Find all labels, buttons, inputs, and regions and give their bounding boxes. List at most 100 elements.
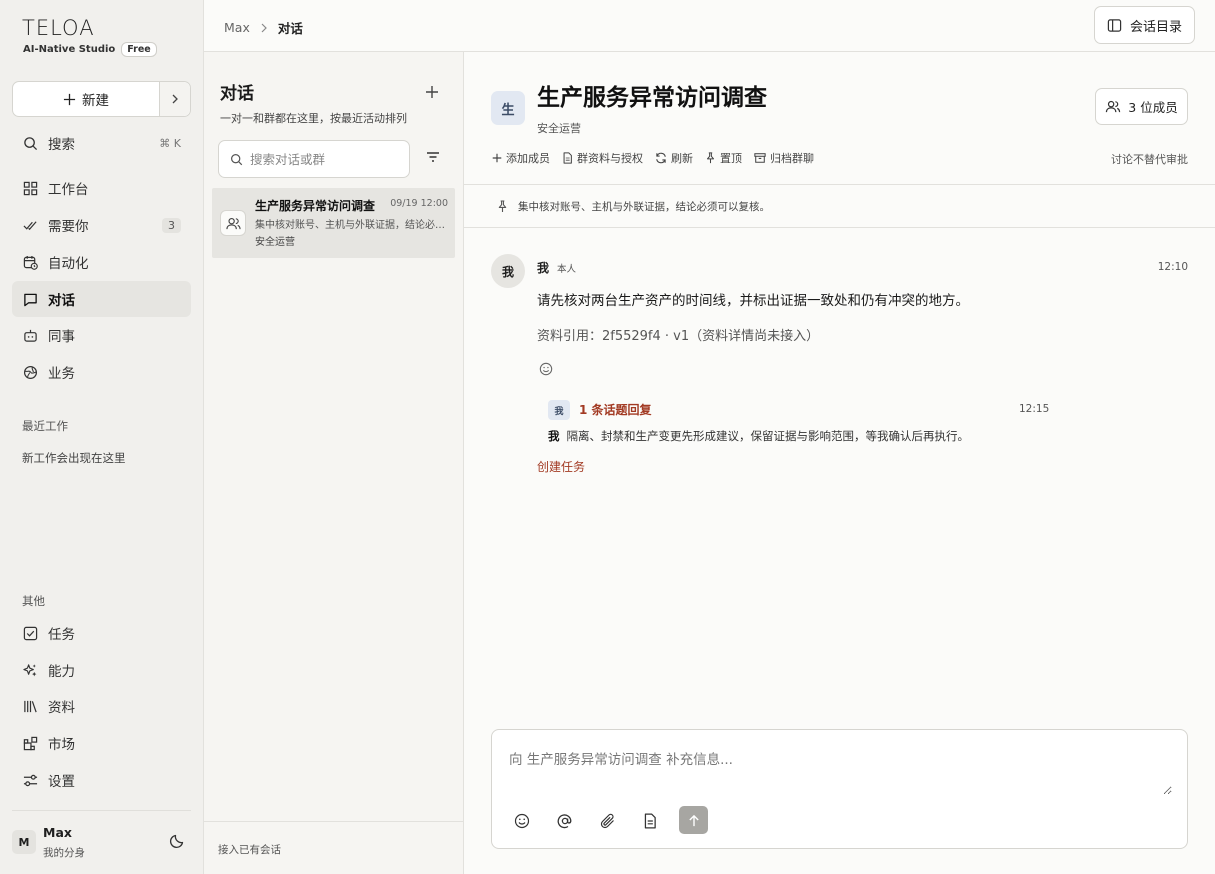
search-icon (23, 136, 38, 151)
conversation-list-item[interactable]: 生产服务异常访问调查 09/19 12:00 集中核对账号、主机与外联证据，结论… (212, 188, 455, 258)
sidebar-item-label: 市场 (48, 737, 75, 753)
user-name: Max (43, 825, 72, 840)
users-icon (1105, 99, 1121, 114)
message-input[interactable] (509, 748, 1172, 795)
pin-icon (497, 199, 508, 213)
document-icon (562, 152, 573, 164)
sidebar-item-settings[interactable]: 设置 (12, 762, 191, 798)
chat-action-bar: 添加成员 群资料与授权 刷新 置顶 归档群聊 (492, 150, 814, 166)
message-text: 请先核对两台生产资产的时间线，并标出证据一致处和仍有冲突的地方。 (537, 293, 969, 309)
sliders-icon (23, 773, 38, 788)
create-task-link[interactable]: 创建任务 (537, 458, 585, 475)
refresh-button[interactable]: 刷新 (655, 150, 693, 166)
sidebar-item-label: 资料 (48, 700, 75, 716)
message-author: 我 本人 (537, 259, 576, 276)
action-label: 刷新 (671, 152, 693, 165)
moon-icon[interactable] (169, 833, 185, 849)
archive-group-button[interactable]: 归档群聊 (754, 150, 814, 166)
sidebar-item-workbench[interactable]: 工作台 (12, 170, 191, 206)
new-expand-button[interactable] (160, 82, 190, 116)
emoji-button[interactable] (514, 807, 557, 835)
double-check-icon (23, 218, 38, 233)
app-logo[interactable]: TELOA (22, 16, 95, 40)
chevron-right-icon (170, 94, 180, 104)
conversation-search[interactable] (218, 140, 410, 178)
directory-button-label: 会话目录 (1129, 19, 1182, 35)
refresh-icon (655, 152, 667, 164)
filter-icon (427, 152, 439, 162)
conversation-list-subtitle: 一对一和群都在这里，按最近活动排列 (220, 112, 407, 125)
smiley-icon (514, 813, 530, 829)
document-icon (644, 813, 656, 829)
thread-replies-link[interactable]: 1 条话题回复 (579, 401, 652, 418)
pin-button[interactable]: 置顶 (705, 150, 742, 166)
user-profile[interactable]: M Max 我的分身 (12, 810, 191, 874)
sidebar-item-tasks[interactable]: 任务 (12, 615, 191, 651)
new-button-group: 新建 (12, 81, 191, 117)
chat-icon (23, 292, 38, 307)
sidebar-item-label: 任务 (48, 627, 75, 643)
sidebar-item-label: 需要你 (48, 219, 89, 235)
sidebar: TELOA AI-Native Studio Free 新建 搜索 ⌘ K 工作… (0, 0, 204, 874)
attach-button[interactable] (600, 807, 643, 835)
thread-time: 12:15 (1019, 403, 1050, 415)
app-tagline: AI-Native Studio Free (23, 42, 157, 57)
blocks-icon (23, 736, 38, 751)
connect-existing-link[interactable]: 接入已有会话 (218, 842, 281, 857)
search-shortcut: ⌘ K (159, 136, 181, 150)
message-author-name: 我 (537, 261, 550, 275)
approval-note: 讨论不替代审批 (1111, 153, 1188, 166)
thread-avatar: 我 (548, 400, 570, 420)
sidebar-item-business[interactable]: 业务 (12, 354, 191, 390)
group-avatar: 生 (491, 91, 525, 125)
conversation-time: 09/19 12:00 (390, 198, 448, 209)
sidebar-item-colleagues[interactable]: 同事 (12, 317, 191, 353)
breadcrumb-item-current: 对话 (277, 21, 303, 36)
sidebar-item-market[interactable]: 市场 (12, 725, 191, 761)
sidebar-item-search[interactable]: 搜索 ⌘ K (12, 125, 191, 161)
breadcrumb-item-root[interactable]: Max (224, 20, 250, 35)
sidebar-item-automation[interactable]: 自动化 (12, 244, 191, 280)
grid-icon (23, 181, 38, 196)
message-composer (491, 729, 1188, 849)
group-info-button[interactable]: 群资料与授权 (562, 150, 643, 166)
other-label: 其他 (22, 594, 45, 608)
conversation-directory-button[interactable]: 会话目录 (1094, 6, 1195, 44)
conversation-list-title: 对话 (220, 84, 254, 104)
message-time: 12:10 (1157, 261, 1188, 273)
conversation-search-input[interactable] (250, 151, 400, 167)
new-button[interactable]: 新建 (13, 82, 160, 116)
tagline-text: AI-Native Studio (23, 44, 116, 55)
sparkles-icon (23, 663, 38, 678)
sidebar-item-label: 自动化 (48, 256, 89, 272)
self-tag: 本人 (557, 264, 577, 275)
chevron-right-icon (260, 23, 268, 33)
thread-reply-author: 我 (548, 429, 560, 443)
smiley-icon (539, 362, 553, 376)
mention-button[interactable] (557, 807, 600, 835)
search-icon (230, 153, 243, 166)
conversation-group: 安全运营 (255, 237, 295, 248)
sidebar-item-conversations[interactable]: 对话 (12, 281, 191, 317)
sidebar-item-label: 业务 (48, 366, 75, 382)
at-sign-icon (557, 814, 572, 829)
add-reaction-button[interactable] (539, 362, 553, 376)
conversation-preview: 集中核对账号、主机与外联证据，结论必须可以复核。 (255, 220, 447, 231)
filter-button[interactable] (426, 151, 440, 163)
thread-reply: 我 隔离、封禁和生产变更先形成建议，保留证据与影响范围，等我确认后再执行。 (548, 428, 969, 444)
bot-icon (23, 328, 38, 343)
chat-main: 生 生产服务异常访问调查 安全运营 3 位成员 添加成员 群资料与授权 刷新 置… (464, 52, 1215, 874)
archive-icon (754, 152, 766, 164)
send-button[interactable] (679, 806, 708, 834)
sidebar-item-needs-you[interactable]: 需要你 3 (12, 207, 191, 243)
add-member-button[interactable]: 添加成员 (492, 150, 550, 166)
checkbox-icon (23, 626, 38, 641)
sidebar-panel-icon (1107, 18, 1122, 33)
recent-work-empty: 新工作会出现在这里 (22, 451, 126, 465)
calendar-clock-icon (23, 255, 38, 270)
sidebar-item-capabilities[interactable]: 能力 (12, 652, 191, 688)
sidebar-item-materials[interactable]: 资料 (12, 688, 191, 724)
thread-reply-text: 隔离、封禁和生产变更先形成建议，保留证据与影响范围，等我确认后再执行。 (566, 429, 970, 443)
members-button[interactable]: 3 位成员 (1095, 88, 1188, 125)
add-conversation-button[interactable] (425, 85, 439, 99)
